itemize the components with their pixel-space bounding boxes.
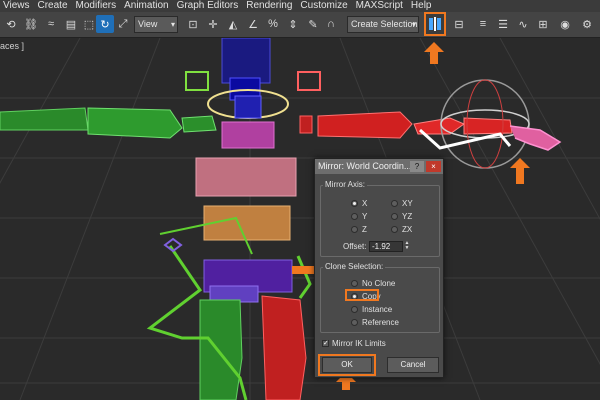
- axis-yz-radio[interactable]: YZ: [391, 212, 412, 221]
- unlink-icon[interactable]: ⛓: [22, 15, 40, 33]
- pivot-icon[interactable]: ⊡: [184, 15, 202, 33]
- mirror-dialog: Mirror: World Coordin... ? × Mirror Axis…: [314, 158, 444, 378]
- curve-editor-icon[interactable]: ∿: [514, 15, 532, 33]
- edit-named-selection-icon[interactable]: ✎: [304, 15, 322, 33]
- schematic-view-icon[interactable]: ⊞: [534, 15, 552, 33]
- layer-icon[interactable]: ≡: [474, 15, 492, 33]
- menu-rendering[interactable]: Rendering: [246, 0, 300, 12]
- viewport-scene: [0, 38, 600, 400]
- offset-spinner[interactable]: ▲ ▼: [404, 241, 410, 252]
- angle-snap-icon[interactable]: ∠: [244, 15, 262, 33]
- menu-bar: Views Create Modifiers Animation Graph E…: [0, 0, 600, 12]
- viewport-label[interactable]: aces ]: [0, 41, 24, 51]
- mirror-ik-limits-label: Mirror IK Limits: [332, 339, 386, 348]
- bind-icon[interactable]: ≈: [42, 15, 60, 33]
- close-button[interactable]: ×: [426, 161, 441, 172]
- ok-button[interactable]: OK: [322, 357, 372, 373]
- axis-x-radio[interactable]: X: [351, 199, 367, 208]
- reference-coordinate-select[interactable]: View ▾: [134, 16, 178, 33]
- no-clone-radio[interactable]: No Clone: [351, 279, 395, 288]
- copy-highlight-frame: [345, 289, 379, 301]
- align-icon[interactable]: ⊟: [450, 15, 468, 33]
- mirror-button[interactable]: [424, 12, 446, 36]
- menu-animation[interactable]: Animation: [124, 0, 176, 12]
- mirror-axis-label: Mirror Axis:: [323, 180, 367, 189]
- rotate-icon[interactable]: ↻: [96, 15, 114, 33]
- magnet-icon[interactable]: ∩: [322, 15, 340, 33]
- clone-selection-label: Clone Selection:: [323, 262, 386, 271]
- axis-xy-radio[interactable]: XY: [391, 199, 413, 208]
- offset-input[interactable]: -1.92: [369, 241, 403, 252]
- named-selection-set-value: Create Selection Se: [351, 19, 418, 29]
- axis-y-radio[interactable]: Y: [351, 212, 367, 221]
- menu-create[interactable]: Create: [38, 0, 76, 12]
- filter-icon[interactable]: ▤: [62, 15, 80, 33]
- axis-z-radio[interactable]: Z: [351, 225, 367, 234]
- right-arm: [299, 111, 513, 139]
- offset-label: Offset:: [343, 242, 367, 251]
- right-hand: [509, 125, 562, 151]
- left-arm: [0, 107, 217, 139]
- spine: [195, 38, 297, 303]
- percent-snap-icon[interactable]: %: [264, 15, 282, 33]
- menu-help[interactable]: Help: [411, 0, 440, 12]
- help-button[interactable]: ?: [410, 161, 424, 172]
- menu-views[interactable]: Views: [0, 0, 38, 12]
- perspective-viewport[interactable]: aces ]: [0, 38, 600, 400]
- named-selection-set-select[interactable]: Create Selection Se▾: [347, 16, 419, 33]
- snap-icon[interactable]: ◭: [224, 15, 242, 33]
- menu-modifiers[interactable]: Modifiers: [76, 0, 125, 12]
- spinner-snap-icon[interactable]: ⇕: [284, 15, 302, 33]
- move-icon[interactable]: ✛: [204, 15, 222, 33]
- reference-radio[interactable]: Reference: [351, 318, 399, 327]
- mirror-ik-limits-checkbox[interactable]: ✓ Mirror IK Limits: [322, 339, 386, 348]
- reference-coordinate-value: View: [138, 19, 158, 29]
- right-clavicle-control: [297, 71, 321, 91]
- material-editor-icon[interactable]: ◉: [556, 15, 574, 33]
- instance-radio[interactable]: Instance: [351, 305, 392, 314]
- mirror-icon: [429, 18, 433, 30]
- scene-explorer-icon[interactable]: ☰: [494, 15, 512, 33]
- cancel-button[interactable]: Cancel: [387, 357, 439, 373]
- axis-zx-radio[interactable]: ZX: [391, 225, 412, 234]
- menu-customize[interactable]: Customize: [300, 0, 355, 12]
- render-setup-icon[interactable]: ⚙: [578, 15, 596, 33]
- menu-graph-editors[interactable]: Graph Editors: [177, 0, 247, 12]
- main-toolbar: ⟲ ⛓ ≈ ▤ ⬚ ↻ ⤢ View ▾ ⊡ ✛ ◭ ∠ % ⇕ ✎ ∩ Crea…: [0, 12, 600, 38]
- menu-maxscript[interactable]: MAXScript: [356, 0, 411, 12]
- checkbox-check-icon: ✓: [322, 340, 329, 347]
- link-icon[interactable]: ⟲: [2, 15, 20, 33]
- scale-icon[interactable]: ⤢: [114, 15, 132, 33]
- left-clavicle-control: [185, 71, 209, 91]
